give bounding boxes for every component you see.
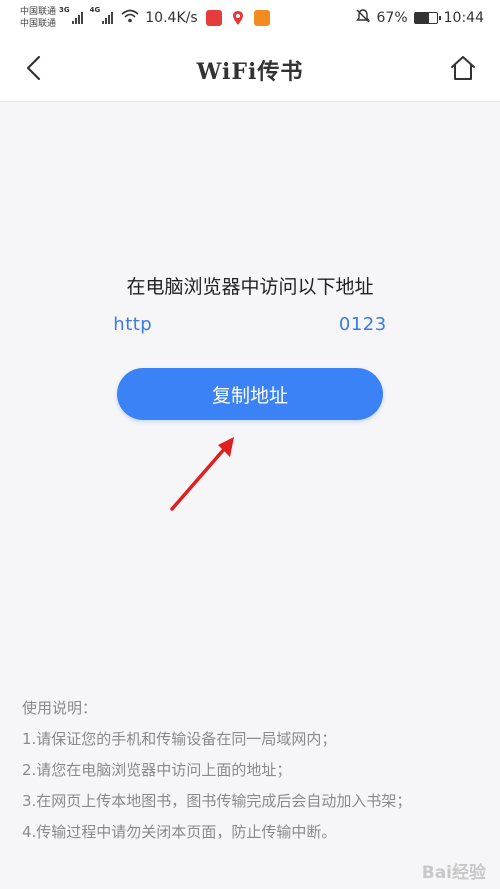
page-title: WiFi传书 xyxy=(196,59,304,85)
battery-icon xyxy=(413,12,441,24)
location-pin-icon xyxy=(230,10,246,26)
carrier-1: 中国联通 xyxy=(20,7,57,17)
annotation-arrow-icon xyxy=(170,437,234,511)
signal-icon-2 xyxy=(102,12,114,24)
usage-title: 使用说明： xyxy=(22,699,98,717)
access-instruction: 在电脑浏览器中访问以下地址 xyxy=(126,276,374,298)
usage-item: 1.请保证您的手机和传输设备在同一局域网内； xyxy=(22,730,337,748)
status-bar: 中国联通 中国联通 3G 4G 10.4K/s 67% 10:44 xyxy=(0,0,500,36)
status-right: 67% 10:44 xyxy=(355,8,484,28)
carrier-labels: 中国联通 中国联通 xyxy=(20,6,56,30)
network-speed: 10.4K/s xyxy=(145,10,198,26)
home-button[interactable] xyxy=(446,51,480,85)
home-icon xyxy=(451,56,475,80)
carrier-2: 中国联通 xyxy=(20,19,57,29)
network-type-1: 3G xyxy=(59,6,70,14)
copy-address-button[interactable]: 复制地址 xyxy=(117,368,383,420)
signal-icon-1 xyxy=(71,12,83,24)
clock: 10:44 xyxy=(443,10,484,26)
transfer-address: http 0123 xyxy=(113,314,387,335)
battery-percent: 67% xyxy=(376,10,408,26)
wifi-icon xyxy=(121,9,139,27)
bell-muted-icon xyxy=(355,8,371,28)
baidu-watermark: Bai经验 xyxy=(421,863,486,883)
usage-notes: 使用说明： 1.请保证您的手机和传输设备在同一局域网内； 2.请您在电脑浏览器中… xyxy=(22,693,411,848)
usage-item: 2.请您在电脑浏览器中访问上面的地址； xyxy=(22,761,292,779)
navigation-header: WiFi传书 xyxy=(0,36,500,102)
hand-app-icon xyxy=(253,10,270,26)
usage-item: 4.传输过程中请勿关闭本页面，防止传输中断。 xyxy=(22,823,337,841)
network-type-2: 4G xyxy=(89,6,101,14)
usage-item: 3.在网页上传本地图书，图书传输完成后会自动加入书架； xyxy=(22,792,412,810)
news-app-icon xyxy=(205,10,222,26)
